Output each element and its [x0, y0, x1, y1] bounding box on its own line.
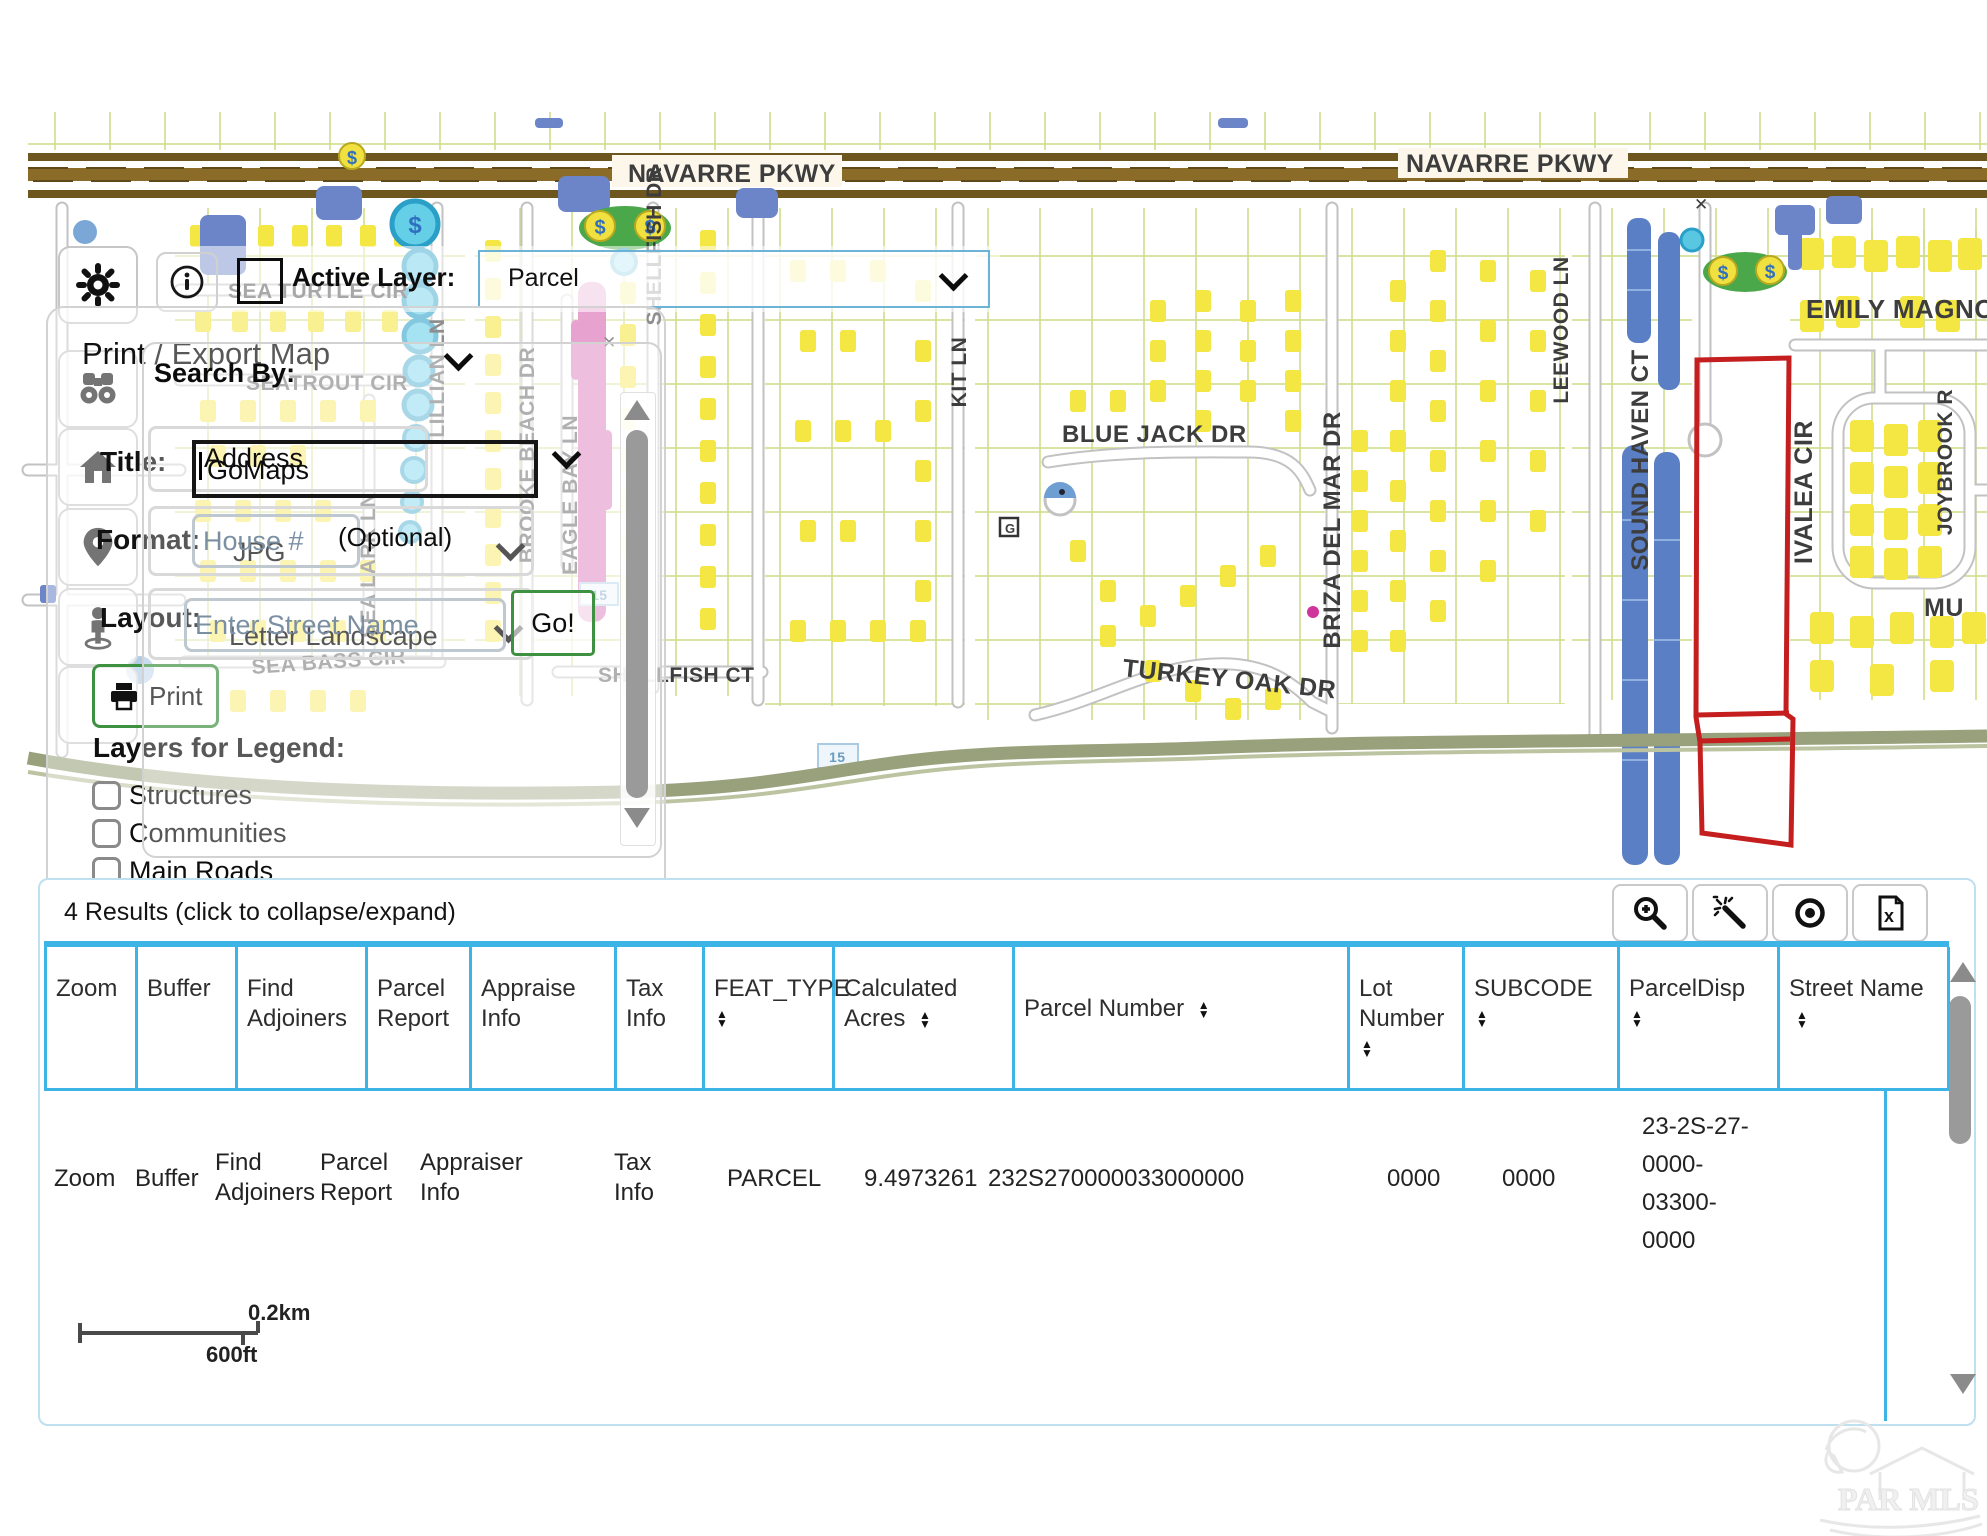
col-header-lot-number[interactable]: Lot Number ▲▼	[1347, 946, 1462, 1090]
col-header-street-name[interactable]: Street Name ▲▼	[1777, 946, 1947, 1090]
go-button[interactable]: Go!	[511, 590, 595, 656]
col-header-feat-type[interactable]: FEAT_TYPE ▲▼	[702, 946, 832, 1090]
magnifier-plus-icon	[1630, 893, 1670, 933]
row-action-buffer[interactable]: Buffer	[135, 1164, 199, 1194]
search-by-heading: Search By:	[154, 358, 295, 389]
table-scroll-down-icon[interactable]	[1950, 1374, 1976, 1394]
scroll-up-icon[interactable]	[624, 400, 650, 420]
row-action-zoom[interactable]: Zoom	[54, 1164, 115, 1194]
street-label: MU	[1924, 594, 1964, 622]
checkbox[interactable]	[92, 781, 121, 810]
col-header-find-adjoiners[interactable]: Find Adjoiners	[235, 946, 365, 1090]
col-header-buffer[interactable]: Buffer	[135, 946, 235, 1090]
row-parceldisp: 23-2S-27- 0000- 03300- 0000	[1642, 1108, 1749, 1260]
svg-text:$: $	[1718, 263, 1729, 284]
street-label: KIT LN	[948, 337, 971, 408]
x-marker: ✕	[1694, 195, 1709, 214]
watermark-text: PAR MLS	[1838, 1481, 1979, 1517]
row-action-find-adjoiners[interactable]: Find Adjoiners	[215, 1148, 319, 1208]
sort-icon[interactable]: ▲▼	[1796, 1011, 1808, 1029]
sort-icon[interactable]: ▲▼	[1476, 1010, 1609, 1028]
magic-wand-icon	[1709, 893, 1751, 933]
select-area-icon[interactable]	[237, 258, 283, 304]
scroll-down-icon[interactable]	[624, 808, 650, 828]
sort-icon[interactable]: ▲▼	[1631, 1010, 1769, 1028]
col-header-tax-info[interactable]: Tax Info	[614, 946, 702, 1090]
chevron-down-icon	[939, 262, 969, 292]
row-calculated-acres: 9.4973261	[864, 1164, 977, 1194]
scale-bar: 0.2km 600ft	[78, 1300, 338, 1370]
street-label: BRIZA DEL MAR DR	[1319, 411, 1346, 648]
center-target-button[interactable]	[1772, 884, 1848, 942]
svg-text:$: $	[1765, 262, 1776, 283]
bullseye-icon	[1790, 893, 1830, 933]
row-lot-number: 0000	[1387, 1164, 1440, 1194]
street-name-input[interactable]	[184, 598, 506, 652]
street-label: NAVARRE PKWY	[1406, 150, 1614, 178]
active-layer-select[interactable]: Parcel	[478, 250, 990, 308]
excel-export-icon: x	[1870, 891, 1910, 935]
col-header-parcel-number[interactable]: Parcel Number ▲▼	[1012, 946, 1347, 1090]
row-subcode: 0000	[1502, 1164, 1555, 1194]
svg-text:x: x	[1884, 906, 1894, 926]
row-action-appraiser-info[interactable]: Appraiser Info	[420, 1148, 532, 1208]
street-label: JOYBROOK R	[1934, 389, 1957, 535]
printer-icon	[109, 681, 139, 711]
map-marker-label: 15	[829, 749, 846, 765]
checkbox[interactable]	[92, 819, 121, 848]
col-header-zoom[interactable]: Zoom	[44, 946, 135, 1090]
svg-text:$: $	[347, 148, 357, 168]
title-input-value: GoMaps	[207, 455, 309, 486]
row-feat-type: PARCEL	[727, 1164, 821, 1194]
app-window: { "active_layer": { "label": "Active Lay…	[0, 0, 1987, 1536]
export-excel-button[interactable]: x	[1852, 884, 1928, 942]
row-action-parcel-report[interactable]: Parcel Report	[320, 1148, 410, 1208]
row-parcel-number: 232S270000033000000	[988, 1164, 1244, 1194]
row-action-tax-info[interactable]: Tax Info	[614, 1148, 674, 1208]
dialog-scrollbar-thumb[interactable]	[626, 430, 648, 798]
sort-icon[interactable]: ▲▼	[919, 1011, 931, 1029]
active-layer-label: Active Layer:	[292, 262, 455, 293]
scale-ft-label: 600ft	[206, 1342, 257, 1368]
map-marker-label: G	[1005, 521, 1016, 536]
street-label: SOUND HAVEN CT	[1627, 349, 1654, 570]
col-header-parceldisp[interactable]: ParcelDisp ▲▼	[1617, 946, 1777, 1090]
svg-text:$: $	[594, 217, 605, 239]
active-layer-value: Parcel	[508, 264, 579, 293]
sort-icon[interactable]: ▲▼	[1198, 1001, 1210, 1019]
info-icon	[168, 263, 206, 301]
street-label: EMILY MAGNO	[1806, 294, 1987, 324]
sort-icon[interactable]: ▲▼	[716, 1010, 824, 1028]
text-caret	[199, 452, 202, 480]
results-title[interactable]: 4 Results (click to collapse/expand)	[64, 898, 456, 927]
svg-text:$: $	[408, 212, 422, 239]
col-header-appraise-info[interactable]: Appraise Info	[469, 946, 614, 1090]
house-number-input[interactable]	[192, 514, 360, 568]
watermark-logo: PAR MLS	[1812, 1412, 1987, 1536]
table-scroll-up-icon[interactable]	[1950, 962, 1976, 982]
magic-wand-button[interactable]	[1692, 884, 1768, 942]
street-label: LEEWOOD LN	[1550, 256, 1573, 403]
go-button-label: Go!	[531, 608, 575, 639]
street-label: BLUE JACK DR	[1062, 421, 1247, 448]
table-scrollbar-thumb[interactable]	[1949, 996, 1971, 1144]
zoom-to-results-button[interactable]	[1612, 884, 1688, 942]
sort-icon[interactable]: ▲▼	[1361, 1040, 1454, 1058]
street-label: IVALEA CIR	[1790, 420, 1818, 564]
col-header-parcel-report[interactable]: Parcel Report	[365, 946, 469, 1090]
info-button[interactable]	[156, 252, 218, 312]
col-header-calculated-acres[interactable]: Calculated Acres ▲▼	[832, 946, 1012, 1090]
optional-label: (Optional)	[338, 522, 452, 553]
gear-icon	[75, 262, 121, 308]
col-header-subcode[interactable]: SUBCODE ▲▼	[1462, 946, 1617, 1090]
